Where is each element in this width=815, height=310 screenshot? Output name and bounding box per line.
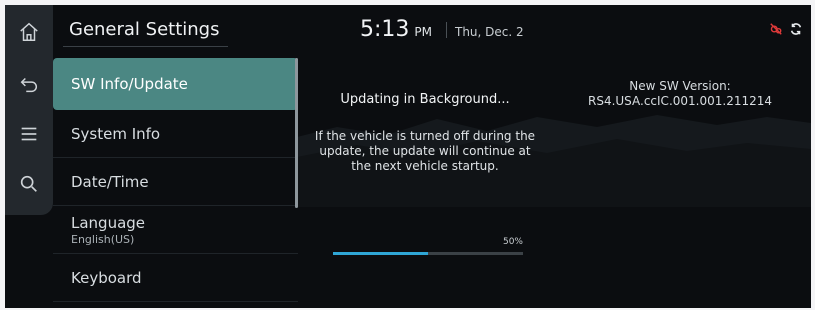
menu-item-sublabel: English(US) [71, 232, 135, 246]
back-icon [18, 73, 40, 99]
status-icons [769, 21, 803, 40]
sw-version-label: New SW Version: [629, 79, 731, 93]
page-title: General Settings [63, 19, 228, 47]
menu-item-label: Language [71, 213, 146, 232]
menu-item-label: Date/Time [71, 172, 149, 191]
clock-ampm: PM [414, 25, 432, 39]
search-button[interactable] [5, 163, 53, 209]
update-message: If the vehicle is turned off during the … [314, 129, 536, 173]
menu-item-language[interactable]: Language English(US) [53, 206, 298, 254]
progress-bar [333, 252, 523, 255]
infotainment-screen: General Settings 5:13 PM Thu, Dec. 2 SW … [5, 5, 811, 308]
settings-menu: SW Info/Update System Info Date/Time Lan… [53, 58, 298, 302]
clock-time: 5:13 [360, 17, 410, 42]
connectivity-off-icon [769, 21, 783, 40]
menu-item-label: SW Info/Update [71, 75, 188, 93]
progress-percent: 50% [502, 237, 523, 247]
scrollbar-thumb[interactable] [295, 58, 298, 208]
menu-item-label: Keyboard [71, 268, 142, 287]
menu-button[interactable] [5, 113, 53, 159]
sync-icon [789, 21, 803, 40]
update-status-title: Updating in Background... [340, 92, 510, 107]
menu-item-label: System Info [71, 124, 161, 143]
clock-date: Thu, Dec. 2 [455, 25, 524, 39]
clock[interactable]: 5:13 PM Thu, Dec. 2 [360, 17, 524, 42]
menu-item-sw-info-update[interactable]: SW Info/Update [53, 58, 298, 110]
home-button[interactable] [5, 11, 53, 57]
menu-item-keyboard[interactable]: Keyboard [53, 254, 298, 302]
menu-item-system-info[interactable]: System Info [53, 110, 298, 158]
menu-scrollbar[interactable] [295, 58, 298, 208]
left-rail [5, 5, 53, 215]
clock-divider [446, 21, 447, 38]
search-icon [18, 173, 40, 199]
menu-item-date-time[interactable]: Date/Time [53, 158, 298, 206]
sw-version-value: RS4.USA.ccIC.001.001.211214 [587, 94, 772, 108]
menu-icon [18, 123, 40, 149]
home-icon [18, 21, 40, 47]
progress-fill [333, 252, 428, 255]
back-button[interactable] [5, 63, 53, 109]
